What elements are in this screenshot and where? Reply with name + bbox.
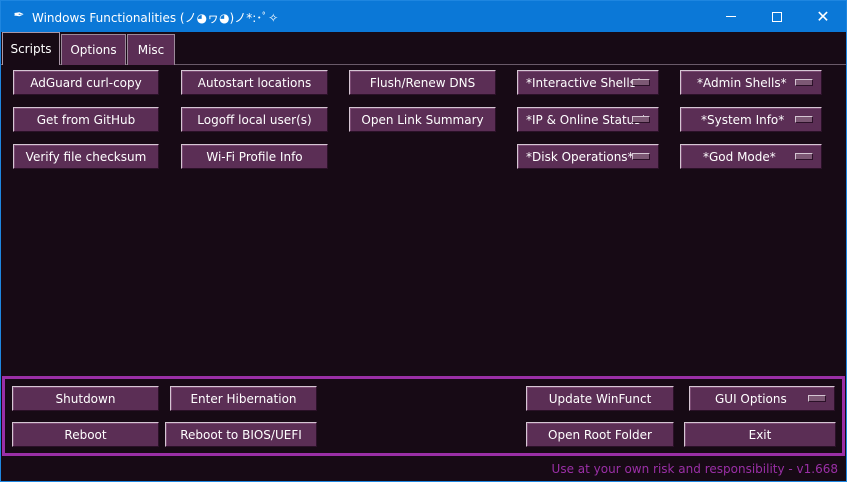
app-window: ✒ Windows Functionalities (ノ◕ヮ◕)ノ*:･ﾟ✧ ✕… bbox=[0, 0, 847, 482]
verify-file-checksum-button[interactable]: Verify file checksum bbox=[13, 144, 159, 169]
footer-disclaimer: Use at your own risk and responsibility … bbox=[551, 462, 838, 476]
enter-hibernation-button[interactable]: Enter Hibernation bbox=[170, 386, 317, 411]
tab-label: Options bbox=[70, 43, 117, 57]
ip-online-status-menu[interactable]: *IP & Online Status* bbox=[517, 107, 659, 132]
tab-options[interactable]: Options bbox=[61, 34, 126, 65]
system-info-menu[interactable]: *System Info* bbox=[680, 107, 822, 132]
admin-shells-menu[interactable]: *Admin Shells* bbox=[680, 70, 822, 95]
close-icon: ✕ bbox=[816, 6, 830, 26]
reboot-button[interactable]: Reboot bbox=[12, 422, 159, 447]
minimize-button[interactable] bbox=[708, 1, 754, 32]
shutdown-button[interactable]: Shutdown bbox=[12, 386, 159, 411]
gui-options-menu[interactable]: GUI Options bbox=[689, 386, 835, 411]
maximize-button[interactable] bbox=[754, 1, 800, 32]
flush-renew-dns-button[interactable]: Flush/Renew DNS bbox=[349, 70, 496, 95]
menu-indicator-icon bbox=[632, 79, 650, 86]
interactive-shells-menu[interactable]: *Interactive Shells* bbox=[517, 70, 659, 95]
exit-button[interactable]: Exit bbox=[684, 422, 836, 447]
wifi-profile-info-button[interactable]: Wi-Fi Profile Info bbox=[181, 144, 328, 169]
menu-indicator-icon bbox=[632, 153, 650, 160]
tab-label: Scripts bbox=[10, 42, 52, 56]
open-root-folder-button[interactable]: Open Root Folder bbox=[526, 422, 674, 447]
get-from-github-button[interactable]: Get from GitHub bbox=[13, 107, 159, 132]
reboot-to-bios-button[interactable]: Reboot to BIOS/UEFI bbox=[165, 422, 317, 447]
adguard-curl-copy-button[interactable]: AdGuard curl-copy bbox=[13, 70, 159, 95]
open-link-summary-button[interactable]: Open Link Summary bbox=[349, 107, 496, 132]
tab-label: Misc bbox=[137, 43, 165, 57]
window-title: Windows Functionalities (ノ◕ヮ◕)ノ*:･ﾟ✧ bbox=[32, 11, 279, 25]
update-winfunct-button[interactable]: Update WinFunct bbox=[526, 386, 674, 411]
logoff-local-users-button[interactable]: Logoff local user(s) bbox=[181, 107, 328, 132]
tab-misc[interactable]: Misc bbox=[127, 34, 175, 65]
menu-indicator-icon bbox=[808, 395, 826, 402]
maximize-icon bbox=[772, 11, 782, 22]
autostart-locations-button[interactable]: Autostart locations bbox=[181, 70, 328, 95]
tab-scripts[interactable]: Scripts bbox=[2, 32, 60, 65]
menu-indicator-icon bbox=[795, 79, 813, 86]
feather-icon: ✒ bbox=[13, 8, 25, 23]
menu-indicator-icon bbox=[795, 116, 813, 123]
god-mode-menu[interactable]: *God Mode* bbox=[680, 144, 822, 169]
title-bar[interactable]: ✒ Windows Functionalities (ノ◕ヮ◕)ノ*:･ﾟ✧ ✕ bbox=[1, 1, 846, 32]
close-button[interactable]: ✕ bbox=[800, 1, 846, 32]
disk-operations-menu[interactable]: *Disk Operations* bbox=[517, 144, 659, 169]
minimize-icon bbox=[726, 16, 736, 17]
menu-indicator-icon bbox=[795, 153, 813, 160]
menu-indicator-icon bbox=[632, 116, 650, 123]
